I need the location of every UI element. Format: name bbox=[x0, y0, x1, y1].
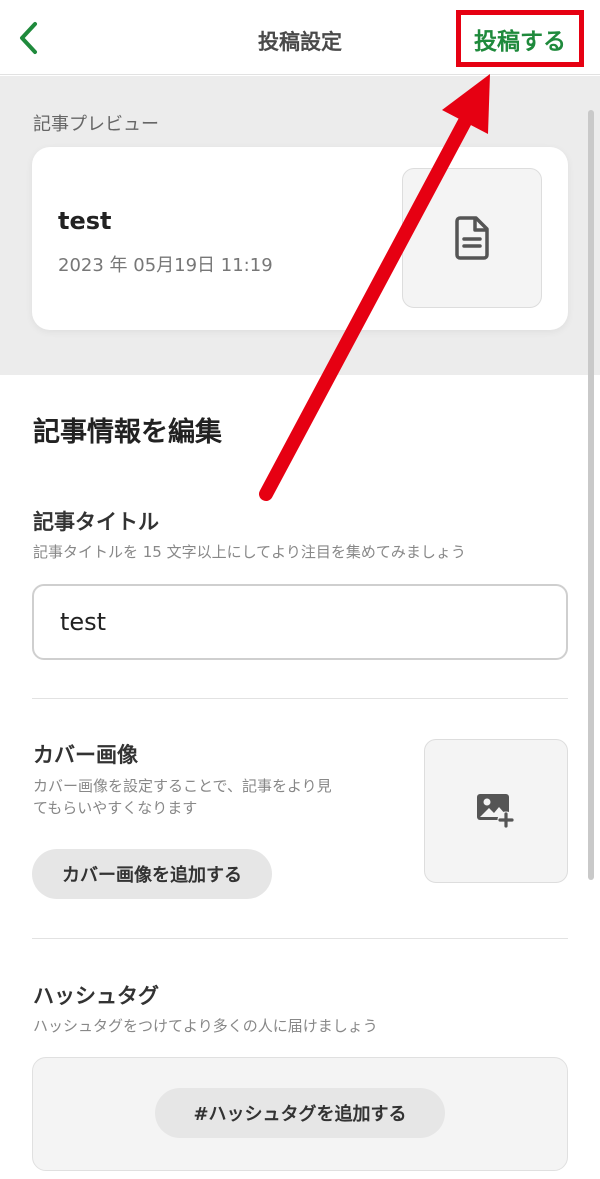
cover-image-upload-box[interactable] bbox=[424, 739, 568, 883]
hashtag-box: #ハッシュタグを追加する bbox=[32, 1057, 568, 1171]
cover-image-help-line1: カバー画像を設定することで、記事をより見 bbox=[33, 777, 332, 795]
hashtag-label: ハッシュタグ bbox=[33, 984, 159, 1008]
article-preview-card: test 2023 年 05月19日 11:19 bbox=[32, 147, 568, 330]
preview-article-title: test bbox=[58, 207, 112, 235]
edit-section-heading: 記事情報を編集 bbox=[33, 417, 222, 448]
preview-section-label: 記事プレビュー bbox=[33, 114, 159, 135]
title-field-help: 記事タイトルを 15 文字以上にしてより注目を集めてみましょう bbox=[33, 543, 466, 561]
divider bbox=[32, 698, 568, 699]
article-title-input[interactable] bbox=[32, 584, 568, 660]
divider bbox=[32, 938, 568, 939]
cover-image-help-line2: てもらいやすくなります bbox=[33, 799, 198, 817]
preview-thumbnail bbox=[402, 168, 542, 308]
top-bar: 投稿設定 投稿する bbox=[0, 0, 600, 75]
image-add-icon bbox=[477, 794, 515, 829]
scrollbar[interactable] bbox=[588, 110, 594, 880]
article-preview-section: 記事プレビュー test 2023 年 05月19日 11:19 bbox=[0, 76, 600, 375]
preview-article-date: 2023 年 05月19日 11:19 bbox=[58, 255, 273, 276]
document-icon bbox=[455, 216, 489, 260]
cover-image-label: カバー画像 bbox=[33, 743, 138, 767]
add-hashtag-button[interactable]: #ハッシュタグを追加する bbox=[155, 1088, 445, 1138]
add-cover-image-button[interactable]: カバー画像を追加する bbox=[32, 849, 272, 899]
title-field-label: 記事タイトル bbox=[33, 510, 159, 534]
add-cover-image-button-label: カバー画像を追加する bbox=[62, 865, 242, 886]
hashtag-help: ハッシュタグをつけてより多くの人に届けましょう bbox=[33, 1017, 378, 1035]
post-button-label: 投稿する bbox=[474, 28, 566, 55]
post-button[interactable]: 投稿する bbox=[456, 10, 584, 67]
add-hashtag-button-label: #ハッシュタグを追加する bbox=[193, 1104, 407, 1125]
